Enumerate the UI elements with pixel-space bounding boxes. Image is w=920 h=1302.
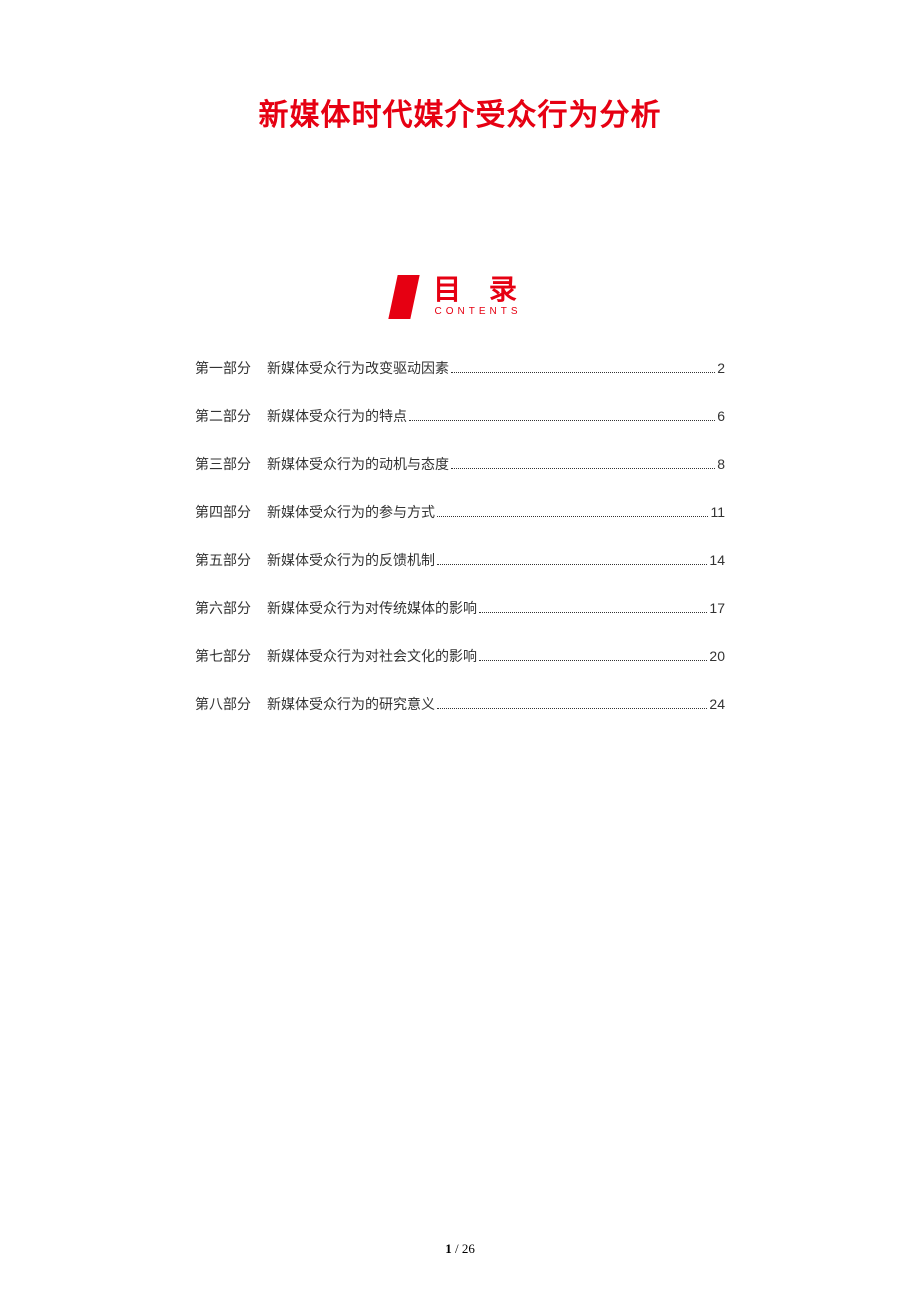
toc-item: 第八部分 新媒体受众行为的研究意义 24 [195,694,725,714]
document-page: 新媒体时代媒介受众行为分析 目 录 CONTENTS 第一部分 新媒体受众行为改… [0,0,920,714]
toc-leader-dots [451,468,715,469]
toc-entry-title: 新媒体受众行为的反馈机制 [267,550,435,570]
toc-header: 目 录 CONTENTS [120,274,800,318]
toc-leader-dots [409,420,715,421]
toc-entry-title: 新媒体受众行为对社会文化的影响 [267,646,477,666]
toc-page-number: 17 [709,600,725,616]
toc-part-label: 第八部分 [195,694,251,714]
toc-part-label: 第五部分 [195,550,251,570]
toc-part-label: 第三部分 [195,454,251,474]
toc-leader-dots [437,564,707,565]
toc-page-number: 11 [710,504,725,520]
toc-item: 第三部分 新媒体受众行为的动机与态度 8 [195,454,725,474]
page-footer: 1 / 26 [0,1241,920,1257]
bookmark-icon [388,275,419,319]
toc-label: 目 录 [425,276,527,304]
toc-leader-dots [479,660,707,661]
toc-part-label: 第二部分 [195,406,251,426]
page-total: 26 [462,1241,475,1256]
toc-entry-title: 新媒体受众行为的动机与态度 [267,454,449,474]
toc-item: 第七部分 新媒体受众行为对社会文化的影响 20 [195,646,725,666]
toc-item: 第二部分 新媒体受众行为的特点 6 [195,406,725,426]
toc-item: 第五部分 新媒体受众行为的反馈机制 14 [195,550,725,570]
toc-entry-title: 新媒体受众行为的特点 [267,406,407,426]
page-separator: / [452,1241,462,1256]
toc-entry-title: 新媒体受众行为的参与方式 [267,502,435,522]
toc-part-label: 第一部分 [195,358,251,378]
toc-item: 第一部分 新媒体受众行为改变驱动因素 2 [195,358,725,378]
toc-item: 第六部分 新媒体受众行为对传统媒体的影响 17 [195,598,725,618]
toc-leader-dots [437,708,707,709]
toc-page-number: 14 [709,552,725,568]
toc-page-number: 24 [709,696,725,712]
toc-entry-title: 新媒体受众行为改变驱动因素 [267,358,449,378]
toc-entry-title: 新媒体受众行为的研究意义 [267,694,435,714]
toc-leader-dots [451,372,715,373]
toc-part-label: 第七部分 [195,646,251,666]
toc-page-number: 2 [717,360,725,376]
toc-leader-dots [437,516,708,517]
toc-label-wrap: 目 录 CONTENTS [425,276,527,317]
toc-list: 第一部分 新媒体受众行为改变驱动因素 2 第二部分 新媒体受众行为的特点 6 第… [120,358,800,714]
toc-leader-dots [479,612,707,613]
toc-page-number: 8 [717,456,725,472]
toc-sublabel: CONTENTS [431,307,522,317]
toc-part-label: 第四部分 [195,502,251,522]
toc-page-number: 6 [717,408,725,424]
toc-entry-title: 新媒体受众行为对传统媒体的影响 [267,598,477,618]
toc-part-label: 第六部分 [195,598,251,618]
document-title: 新媒体时代媒介受众行为分析 [120,90,800,134]
toc-item: 第四部分 新媒体受众行为的参与方式 11 [195,502,725,522]
toc-page-number: 20 [709,648,725,664]
